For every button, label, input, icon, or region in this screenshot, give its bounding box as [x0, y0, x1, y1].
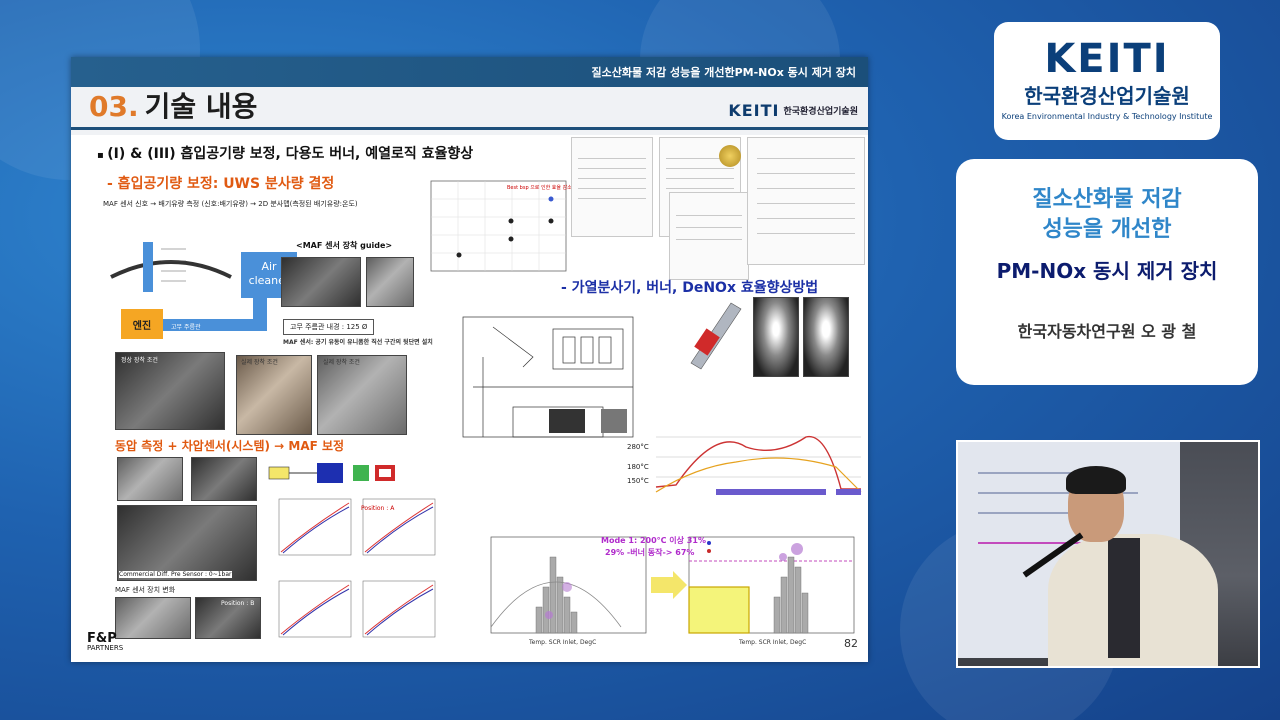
speaker-shirt — [1108, 538, 1140, 658]
keiti-logo-card: KEITI 한국환경산업기술원 Korea Environmental Indu… — [994, 22, 1220, 140]
patent-certificate — [747, 137, 865, 265]
mode-text-line1: Mode 1: 200°C 이상 31% — [601, 536, 706, 545]
org-name-english: Korea Environmental Industry & Technolog… — [1001, 112, 1213, 121]
comparison-arrow-icon — [651, 571, 687, 599]
sensor-rig-photo — [117, 505, 257, 581]
subheading-air-correction: - 흡입공기량 보정: UWS 분사량 결정 — [107, 176, 335, 192]
l-tube-diagram — [268, 463, 395, 483]
sensor-label: Commercial Diff. Pre Sensor : 0~1bar — [119, 571, 232, 578]
maf-change-label: MAF 센서 장치 변화 — [115, 586, 176, 594]
engine-block: 엔진 — [121, 309, 163, 339]
spray-photo — [753, 297, 799, 377]
photo-label-actual1: 실제 장착 조건 — [241, 359, 278, 366]
pipe-diameter-box: 고무 주름관 내경 : 125 Ø — [283, 319, 375, 335]
partner-logo: F&P PARTNERS — [87, 631, 123, 652]
maf-install-note: MAF 센서: 공기 유동이 유니폼한 직선 구간의 뒷단면 설치 — [283, 339, 433, 346]
spray-photo — [803, 297, 849, 377]
presentation-slide: 질소산화물 저감 성능을 개선한PM-NOx 동시 제거 장치 03. 기술 내용… — [71, 57, 868, 662]
slide-page-number: 82 — [844, 637, 858, 650]
gold-seal-icon — [719, 145, 741, 167]
slide-keiti-logo: KEITI 한국환경산업기술원 — [728, 101, 858, 120]
temp-label-280: 280°C — [627, 443, 649, 451]
presentation-title-card: 질소산화물 저감 성능을 개선한 PM-NOx 동시 제거 장치 한국자동차연구… — [956, 159, 1258, 385]
speaker-video-feed — [956, 440, 1260, 668]
section-number: 03. — [89, 90, 139, 123]
title-line-1: 질소산화물 저감 — [1032, 187, 1182, 212]
sensor-tube-photo — [117, 457, 183, 501]
maf-change-photo — [115, 597, 191, 639]
actual-mount-photo — [236, 355, 312, 435]
maf-correction-charts — [278, 498, 436, 638]
maf-description: MAF 센서 신호 → 배기유량 측정 (신호:배기유량) → 2D 분사맵(측… — [103, 200, 358, 208]
main-bullet: (I) & (III) 흡입공기량 보정, 다용도 버너, 예열로직 효율향상 — [97, 143, 473, 163]
burner-schematic — [462, 316, 634, 438]
temperature-profile-chart — [655, 435, 862, 495]
org-name-korean: 한국환경산업기술원 — [1024, 84, 1190, 108]
section-title: 기술 내용 — [144, 90, 258, 123]
keiti-logo-mark: KEITI — [728, 101, 780, 120]
slide-heading: 03. 기술 내용 — [89, 85, 257, 125]
intake-pipe-label: 고무 주름관 — [171, 324, 201, 331]
nox-reduction-chart-after — [688, 536, 855, 634]
intake-pipe — [253, 297, 267, 331]
presenter-name: 한국자동차연구원 오 광 철 — [1017, 322, 1197, 341]
patent-certificate — [669, 192, 749, 280]
keiti-logo-name: 한국환경산업기술원 — [783, 107, 858, 117]
svg-text:Best bsp 으로 인한 효율 감소: Best bsp 으로 인한 효율 감소 — [507, 184, 571, 191]
position-a-label: Position : A — [361, 505, 395, 512]
position-scatter-chart: Best bsp 으로 인한 효율 감소 — [430, 180, 571, 272]
maf-guide-label: <MAF 센서 장착 guide> — [296, 241, 393, 250]
subheading-maf-correction: 동압 측정 + 차압센서(시스템) → MAF 보정 — [115, 439, 345, 453]
nox-chart-xlabel-before: Temp. SCR Inlet, DegC — [529, 639, 597, 646]
slide-title-bar: 질소산화물 저감 성능을 개선한PM-NOx 동시 제거 장치 — [71, 57, 868, 87]
maf-sensor-photo — [281, 257, 361, 307]
title-line-3: PM-NOx 동시 제거 장치 — [996, 259, 1218, 283]
keiti-logo-mark: KEITI — [1044, 36, 1170, 82]
maf-mount-diagram — [110, 242, 232, 292]
temp-label-180: 180°C — [627, 463, 649, 471]
patent-certificate — [571, 137, 653, 237]
sensor-flange-photo — [191, 457, 257, 501]
photo-label-actual2: 실제 장착 조건 — [323, 359, 360, 366]
maf-flange-photo — [366, 257, 414, 307]
slide-subtitle: 질소산화물 저감 성능을 개선한PM-NOx 동시 제거 장치 — [591, 66, 856, 79]
temp-label-150: 150°C — [627, 477, 649, 485]
title-line-2: 성능을 개선한 — [1042, 217, 1172, 242]
partner-logo-sub: PARTNERS — [87, 644, 124, 652]
nox-chart-xlabel-after: Temp. SCR Inlet, DegC — [739, 639, 807, 646]
mode-text-line2: 29% -버너 동작-> 67% — [605, 548, 695, 557]
actual-mount-photo — [317, 355, 407, 435]
heated-injector-drawing — [690, 302, 742, 370]
position-b-label: Position : B — [221, 600, 255, 607]
photo-label-normal: 정상 장착 조건 — [121, 357, 158, 364]
speaker-hair — [1066, 466, 1126, 494]
header-divider — [71, 127, 868, 130]
